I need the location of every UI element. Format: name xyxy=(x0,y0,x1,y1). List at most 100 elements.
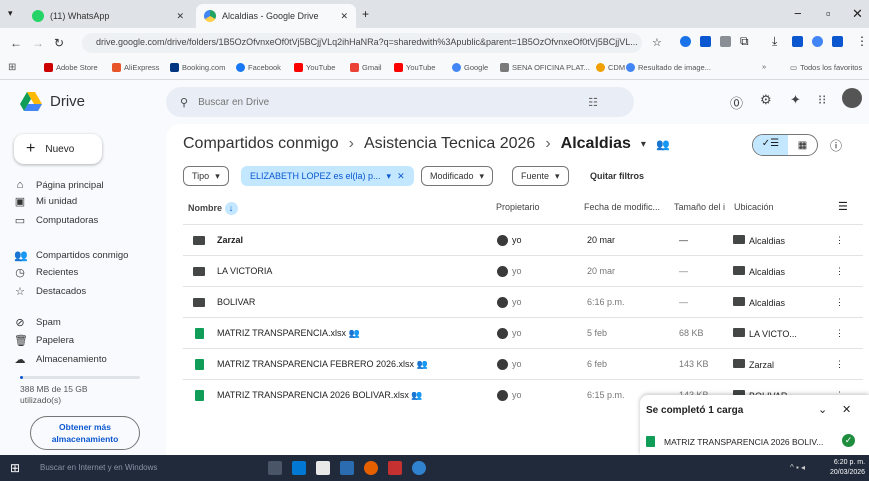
settings-gear-icon[interactable]: ⚙ xyxy=(760,92,772,108)
tab-list-icon[interactable]: ▾ xyxy=(8,8,13,19)
close-tab-icon[interactable]: ✕ xyxy=(176,11,184,22)
clear-filter-icon[interactable]: ✕ xyxy=(397,171,405,182)
tab-whatsapp[interactable]: (11) WhatsApp ✕ xyxy=(24,4,192,28)
extension-icon[interactable] xyxy=(700,36,711,47)
url-input[interactable]: drive.google.com/drive/folders/1B5OzOfvn… xyxy=(82,33,642,53)
table-row[interactable]: MATRIZ TRANSPARENCIA.xlsx 👥 yo 5 feb 68 … xyxy=(183,317,863,348)
column-header-modified[interactable]: Fecha de modific... xyxy=(584,202,660,212)
file-location[interactable]: Zarzal xyxy=(733,359,774,370)
filter-type-chip[interactable]: Tipo ▾ xyxy=(183,166,229,186)
profile-icon[interactable] xyxy=(812,36,823,47)
clear-filters-button[interactable]: Quitar filtros xyxy=(590,171,644,181)
sidebar-item-spam[interactable]: ⊘ Spam xyxy=(14,316,60,329)
close-window-button[interactable]: ✕ xyxy=(852,6,863,22)
grid-view-button[interactable]: ▦ xyxy=(788,140,817,151)
reload-icon[interactable]: ↻ xyxy=(54,36,64,50)
search-bar[interactable]: ⚲ ☷ xyxy=(166,87,634,117)
minimize-button[interactable]: − xyxy=(794,6,802,21)
store-icon[interactable] xyxy=(292,461,306,475)
gemini-icon[interactable]: ✦ xyxy=(790,92,801,108)
file-location[interactable]: Alcaldias xyxy=(733,266,785,277)
new-tab-button[interactable]: + xyxy=(362,7,369,21)
taskbar-search-input[interactable]: Buscar en Internet y en Windows xyxy=(40,463,157,472)
all-bookmarks-folder[interactable]: ▭ Todos los favoritos xyxy=(790,63,862,72)
file-explorer-icon[interactable] xyxy=(316,461,330,475)
tab-drive[interactable]: Alcaldias - Google Drive ✕ xyxy=(196,4,356,28)
browser-menu-icon[interactable]: ⋮ xyxy=(856,34,868,48)
table-row[interactable]: Zarzal yo 20 mar — Alcaldias ⋮ xyxy=(183,224,863,255)
file-location[interactable]: Alcaldias xyxy=(733,235,785,246)
search-input[interactable] xyxy=(198,96,579,108)
sidebar-item-starred[interactable]: ☆ Destacados xyxy=(14,285,86,298)
more-actions-icon[interactable]: ⋮ xyxy=(835,328,844,339)
forward-icon[interactable]: → xyxy=(32,36,44,50)
account-avatar[interactable] xyxy=(842,88,862,108)
close-icon[interactable]: ✕ xyxy=(842,403,851,416)
sidebar-item-storage[interactable]: ☁ Almacenamiento xyxy=(14,353,107,366)
apps-grid-icon[interactable]: ⊞ xyxy=(8,62,16,73)
filter-source-chip[interactable]: Fuente ▾ xyxy=(512,166,569,186)
column-header-location[interactable]: Ubicación xyxy=(734,202,774,212)
search-options-icon[interactable]: ☷ xyxy=(588,96,598,109)
mail-icon[interactable] xyxy=(340,461,354,475)
breadcrumb-item[interactable]: Asistencia Tecnica 2026 xyxy=(364,135,535,153)
get-more-storage-button[interactable]: Obtener más almacenamiento xyxy=(30,416,140,450)
upload-file-name[interactable]: MATRIZ TRANSPARENCIA 2026 BOLIV... xyxy=(664,437,823,447)
filter-person-chip[interactable]: ELIZABETH LOPEZ es el(la) p... ▾ ✕ xyxy=(241,166,414,186)
sidebar-item-my-drive[interactable]: ▣ Mi unidad xyxy=(14,195,77,208)
bookmark-item[interactable]: Resultado de image... xyxy=(626,63,711,72)
apps-grid-icon[interactable]: ⁝⁝ xyxy=(818,92,826,108)
sidebar-item-computers[interactable]: ▭ Computadoras xyxy=(14,214,99,227)
extension-icon[interactable] xyxy=(720,36,731,47)
bookmark-item[interactable]: YouTube xyxy=(394,63,435,72)
download-icon[interactable]: ⤓ xyxy=(772,34,777,49)
breadcrumb-current[interactable]: Alcaldias xyxy=(561,135,631,153)
sidebar-item-recent[interactable]: ◷ Recientes xyxy=(14,266,78,279)
bookmark-item[interactable]: SENA OFICINA PLAT... xyxy=(500,63,590,72)
back-icon[interactable]: ← xyxy=(10,36,22,50)
clock[interactable]: 6:20 p. m. 20/03/2026 xyxy=(830,458,865,478)
more-actions-icon[interactable]: ⋮ xyxy=(835,359,844,370)
task-view-icon[interactable] xyxy=(268,461,282,475)
table-row[interactable]: LA VICTORIA yo 20 mar — Alcaldias ⋮ xyxy=(183,255,863,286)
collapse-chevron-icon[interactable]: ⌄ xyxy=(818,403,827,416)
table-row[interactable]: MATRIZ TRANSPARENCIA FEBRERO 2026.xlsx 👥… xyxy=(183,348,863,379)
table-row[interactable]: BOLIVAR yo 6:16 p.m. — Alcaldias ⋮ xyxy=(183,286,863,317)
sort-options-icon[interactable]: ☰ xyxy=(838,200,848,213)
file-location[interactable]: Alcaldias xyxy=(733,297,785,308)
file-location[interactable]: LA VICTO... xyxy=(733,328,797,339)
bookmark-item[interactable]: YouTube xyxy=(294,63,335,72)
details-info-icon[interactable]: ⓘ xyxy=(830,137,842,154)
bookmark-item[interactable]: Google xyxy=(452,63,488,72)
sidebar-item-shared[interactable]: 👥 Compartidos conmigo xyxy=(14,249,128,262)
column-header-size[interactable]: Tamaño del i xyxy=(674,202,725,212)
extensions-puzzle-icon[interactable]: ⧉ xyxy=(740,34,749,49)
breadcrumb-item[interactable]: Compartidos conmigo xyxy=(183,135,339,153)
bookmark-item[interactable]: AliExpress xyxy=(112,63,159,72)
more-actions-icon[interactable]: ⋮ xyxy=(835,266,844,277)
chrome-icon[interactable] xyxy=(412,461,426,475)
windows-start-icon[interactable]: ⊞ xyxy=(10,461,20,475)
close-tab-icon[interactable]: ✕ xyxy=(340,11,348,22)
bookmark-item[interactable]: Facebook xyxy=(236,63,281,72)
new-button[interactable]: + Nuevo xyxy=(14,134,102,164)
filter-modified-chip[interactable]: Modificado ▾ xyxy=(421,166,494,186)
sort-arrow-icon[interactable]: ↓ xyxy=(224,202,238,215)
bookmark-star-icon[interactable]: ☆ xyxy=(652,36,662,49)
extension-icon[interactable] xyxy=(792,36,803,47)
chevron-down-icon[interactable]: ▾ xyxy=(641,139,646,150)
column-header-name[interactable]: Nombre ↓ xyxy=(188,202,238,215)
bookmark-item[interactable]: Adobe Store xyxy=(44,63,98,72)
help-icon[interactable]: ⓪ xyxy=(730,93,743,112)
bookmark-item[interactable]: CDM xyxy=(596,63,625,72)
column-header-owner[interactable]: Propietario xyxy=(496,202,540,212)
maximize-button[interactable]: ▫ xyxy=(826,6,831,21)
firefox-icon[interactable] xyxy=(364,461,378,475)
tray-icons[interactable]: ^ ▪ ◂ xyxy=(790,463,805,472)
more-actions-icon[interactable]: ⋮ xyxy=(835,297,844,308)
sidebar-item-trash[interactable]: 🗑 Papelera xyxy=(14,334,74,347)
app-icon[interactable] xyxy=(388,461,402,475)
extension-icon[interactable] xyxy=(680,36,691,47)
extension-icon[interactable] xyxy=(832,36,843,47)
more-bookmarks-icon[interactable]: » xyxy=(762,62,766,71)
